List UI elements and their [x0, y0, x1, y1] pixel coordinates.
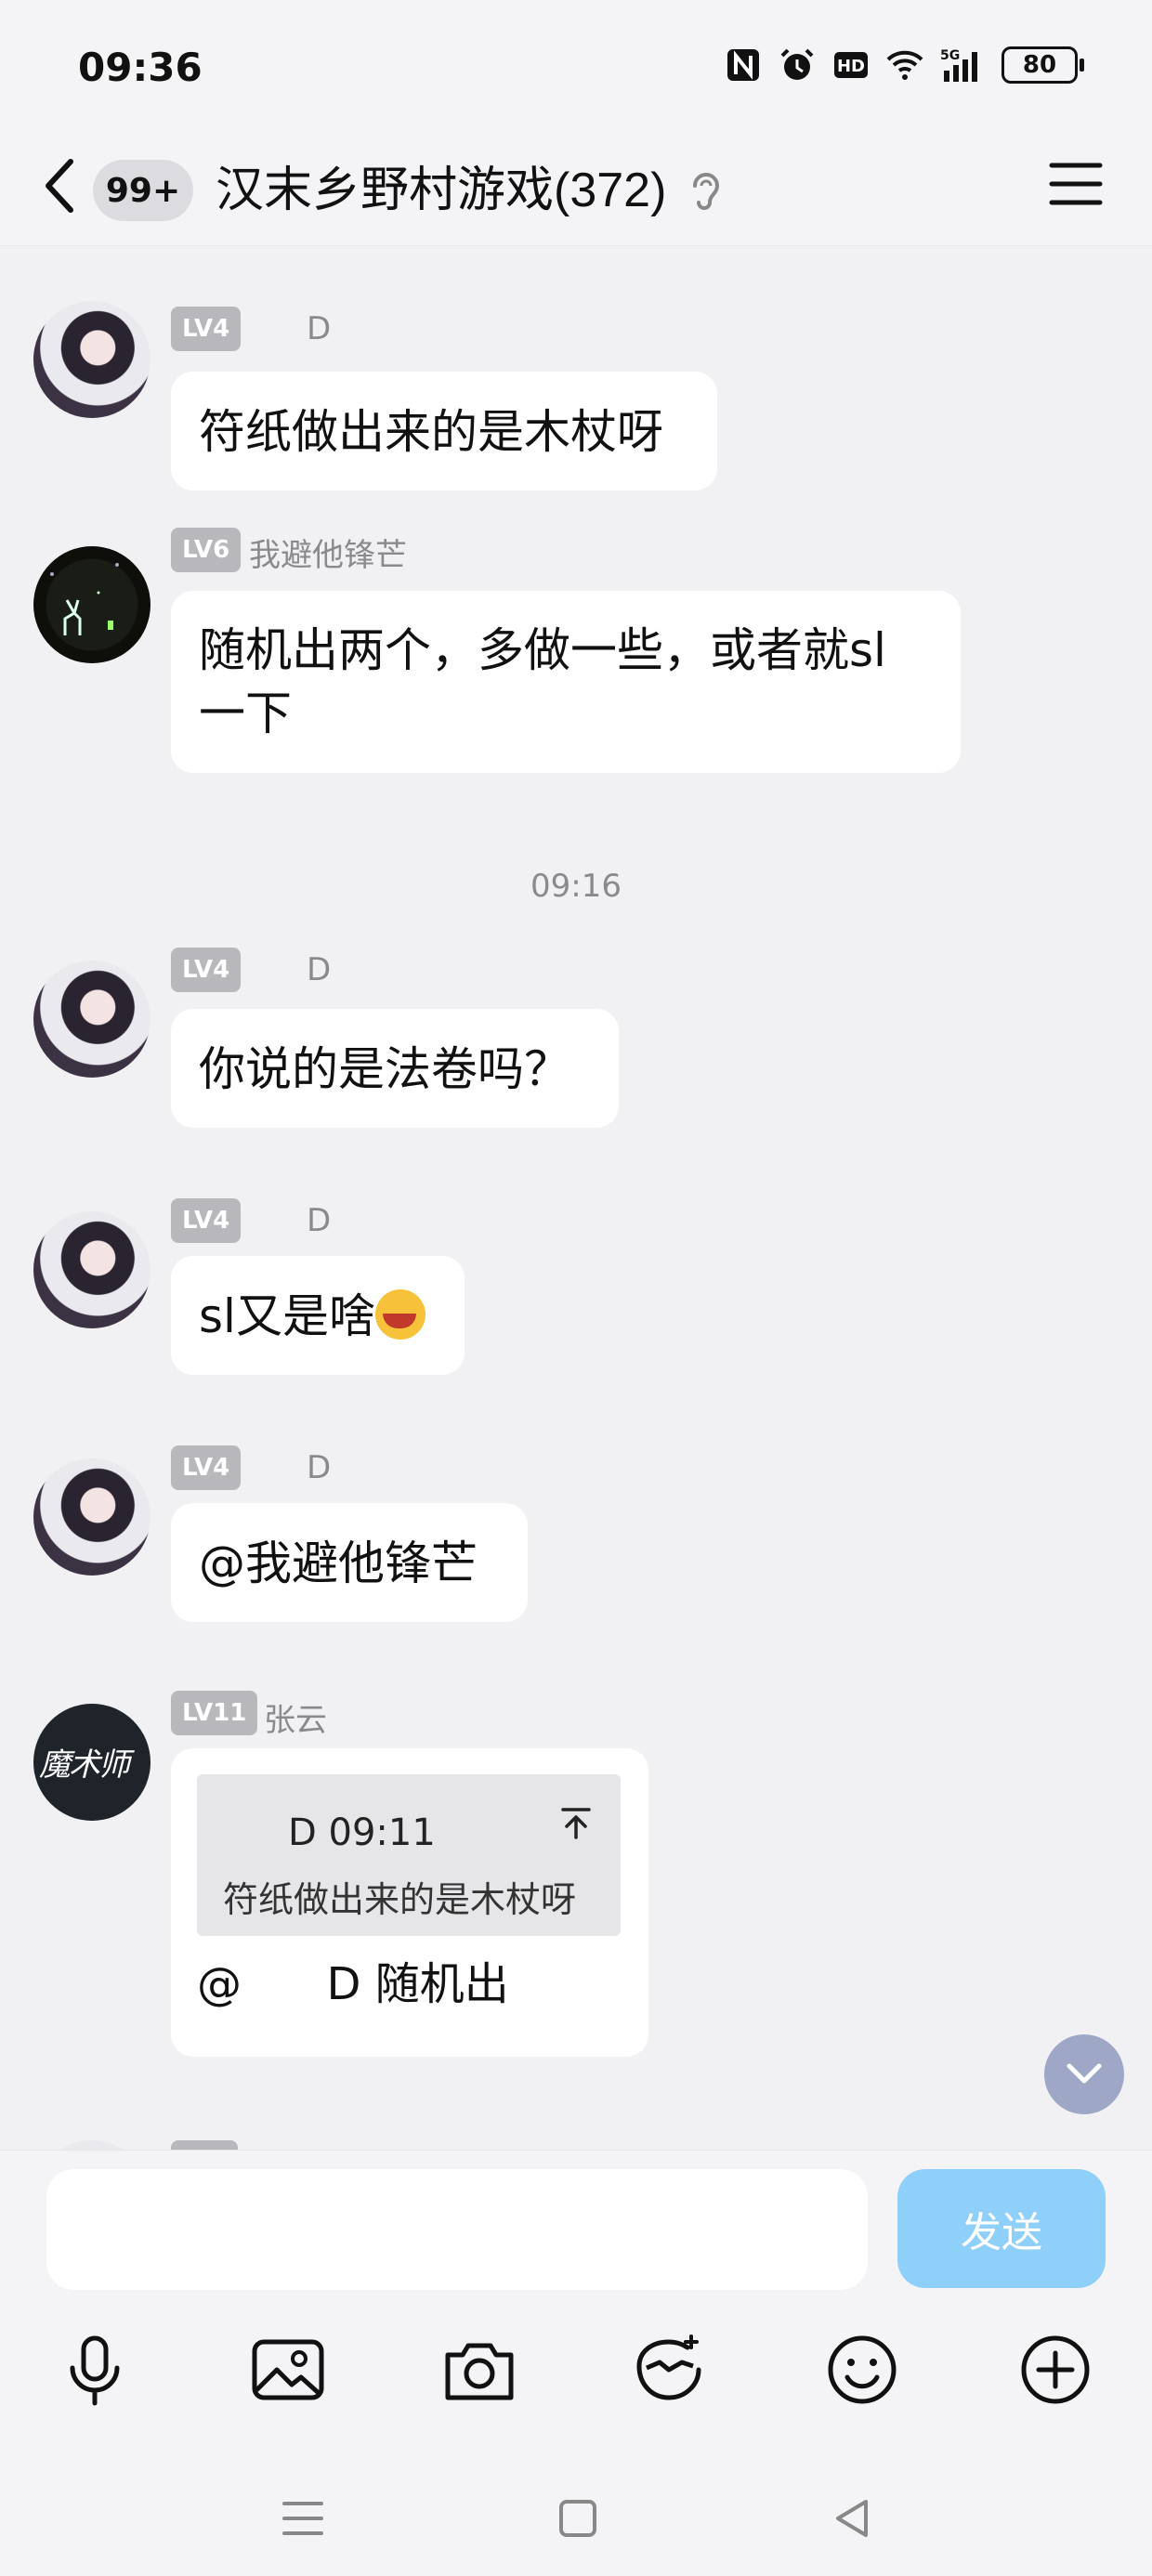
avatar[interactable]	[33, 546, 151, 663]
message-text: 你说的是法卷吗？	[199, 1042, 570, 1096]
message-bubble[interactable]: D 09:11 符纸做出来的是木杖呀 @ D 随机出	[171, 1748, 648, 2057]
image-icon[interactable]	[249, 2331, 327, 2409]
back-arrow-icon[interactable]	[37, 149, 84, 223]
menu-icon[interactable]	[1046, 154, 1106, 214]
scroll-to-bottom-button[interactable]	[1044, 2034, 1124, 2114]
message-input[interactable]	[46, 2169, 868, 2290]
home-icon[interactable]	[550, 2491, 606, 2546]
message-bubble[interactable]: @我避他锋芒	[171, 1503, 528, 1622]
message-text-line: 随机出两个，多做一些，或者就sl	[199, 623, 886, 677]
ear-mode-icon[interactable]	[686, 167, 727, 212]
message-bubble[interactable]: sl又是啥	[171, 1256, 465, 1375]
camera-icon[interactable]	[440, 2331, 518, 2409]
message-text: 符纸做出来的是木杖呀	[199, 405, 663, 459]
signal-5g-icon: 5G	[940, 48, 977, 82]
level-badge: LV6	[171, 528, 242, 572]
time-separator: 09:16	[530, 868, 622, 905]
quoted-text: 符纸做出来的是木杖呀	[223, 1879, 577, 1920]
message-text: sl又是啥	[199, 1289, 375, 1343]
message-text: @ D 随机出	[197, 1958, 509, 2010]
avatar[interactable]	[33, 1211, 151, 1328]
message-bubble[interactable]: 符纸做出来的是木杖呀	[171, 372, 717, 490]
quoted-sender-time: D 09:11	[288, 1811, 436, 1854]
jump-to-original-icon[interactable]	[557, 1804, 595, 1841]
status-icons: HD 5G 80	[725, 46, 1084, 84]
laughing-emoji-icon	[374, 1289, 425, 1340]
level-badge: LV4	[171, 1198, 242, 1243]
avatar[interactable]	[33, 961, 151, 1078]
sticker-icon[interactable]	[630, 2331, 708, 2409]
quoted-message[interactable]: D 09:11 符纸做出来的是木杖呀	[197, 1774, 621, 1936]
message-text: @我避他锋芒	[199, 1536, 478, 1590]
message-list[interactable]: LV4 D 符纸做出来的是木杖呀 LV6 我避他锋芒 随机出两个，多做一些，或者…	[0, 245, 1152, 2150]
avatar[interactable]	[33, 2140, 151, 2150]
sender-name[interactable]: D	[307, 310, 331, 347]
level-badge: LV11	[171, 1691, 258, 1735]
message-text-line: 一下	[199, 686, 292, 740]
svg-text:HD: HD	[837, 57, 865, 76]
emoji-icon[interactable]	[823, 2331, 901, 2409]
group-title[interactable]: 汉末乡野村游戏(372)	[216, 150, 666, 220]
back-nav-icon[interactable]	[825, 2491, 881, 2546]
nfc-icon	[727, 49, 759, 81]
composer-area: 发送	[0, 2150, 1152, 2576]
hd-icon: HD	[834, 52, 868, 78]
composer-toolbar	[0, 2318, 1152, 2429]
level-badge: LV4	[171, 307, 242, 351]
sender-name[interactable]: D	[307, 1449, 331, 1486]
status-time: 09:36	[78, 45, 203, 90]
message-bubble[interactable]: 随机出两个，多做一些，或者就sl 一下	[171, 591, 961, 773]
level-badge: LV4	[171, 948, 242, 992]
chat-header: 99+ 汉末乡野村游戏(372)	[0, 130, 1152, 246]
recent-apps-icon[interactable]	[275, 2491, 331, 2546]
level-badge: LV4	[171, 1445, 242, 1490]
level-badge	[171, 2140, 238, 2150]
unread-count-badge[interactable]: 99+	[93, 160, 193, 221]
sender-name[interactable]: D	[307, 1202, 331, 1239]
chevron-down-icon	[1067, 2063, 1102, 2084]
avatar[interactable]: 魔术师	[33, 1704, 151, 1821]
battery-indicator: 80	[1001, 46, 1084, 84]
deer-avatar-icon	[50, 563, 119, 635]
wifi-icon	[886, 50, 923, 80]
message-bubble[interactable]: 你说的是法卷吗？	[171, 1009, 619, 1128]
status-bar: 09:36 HD 5G 80	[0, 0, 1152, 139]
svg-text:5G: 5G	[940, 48, 960, 63]
send-button[interactable]: 发送	[897, 2169, 1106, 2288]
sender-name[interactable]: 我避他锋芒	[249, 530, 407, 575]
system-nav-bar	[0, 2463, 1152, 2574]
microphone-icon[interactable]	[56, 2331, 134, 2409]
alarm-icon	[780, 48, 814, 80]
avatar[interactable]	[33, 301, 151, 418]
avatar[interactable]	[33, 1458, 151, 1576]
plus-icon[interactable]	[1016, 2331, 1094, 2409]
sender-name[interactable]: D	[307, 951, 331, 988]
sender-name[interactable]: 张云	[264, 1694, 327, 1740]
avatar-calligraphy: 魔术师	[39, 1746, 130, 1784]
